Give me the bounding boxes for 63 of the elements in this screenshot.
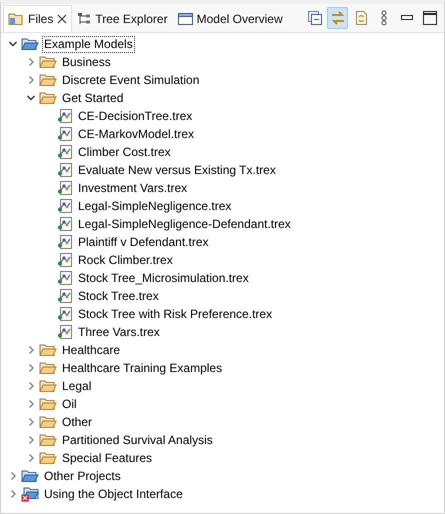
view-tab[interactable]: Tree Explorer <box>72 5 173 32</box>
folder-icon <box>39 451 57 465</box>
folder-icon <box>39 379 57 393</box>
tree-item[interactable]: Business <box>61 54 112 70</box>
tree-item[interactable]: Get Started <box>61 90 124 106</box>
tree-item[interactable]: Using the Object Interface <box>43 486 184 502</box>
folder-icon <box>39 91 57 105</box>
maximize-icon <box>422 11 436 25</box>
tree-item[interactable]: Three Vars.trex <box>77 324 161 340</box>
minimize-icon <box>400 15 412 21</box>
tree-item[interactable]: Rock Climber.trex <box>77 252 174 268</box>
tree-file-icon <box>57 252 73 268</box>
tree-item[interactable]: Stock Tree with Risk Preference.trex <box>77 306 274 322</box>
tree-file-icon <box>57 270 73 286</box>
view-tab[interactable]: Files <box>3 5 72 32</box>
tree-item[interactable]: Oil <box>61 396 78 412</box>
tree-item[interactable]: Plaintiff v Defendant.trex <box>77 234 210 250</box>
tree-file-icon <box>57 198 73 214</box>
vertical-dots-icon <box>380 10 386 26</box>
folder-icon <box>39 361 57 375</box>
tree-file-icon <box>57 144 73 160</box>
tree-item[interactable]: Legal-SimpleNegligence-Defendant.trex <box>77 216 292 232</box>
tree-file-icon <box>57 216 73 232</box>
tree-file-icon <box>57 288 73 304</box>
tree-file-icon <box>57 162 73 178</box>
tree-item[interactable]: Stock Tree_Microsimulation.trex <box>77 270 250 286</box>
folder-icon <box>39 415 57 429</box>
tree-item[interactable]: Special Features <box>61 450 154 466</box>
tree-item[interactable]: Example Models <box>43 36 134 52</box>
window-icon <box>178 12 193 26</box>
tree-item[interactable]: Legal-SimpleNegligence.trex <box>77 198 232 214</box>
tree-file-icon <box>57 306 73 322</box>
folder-icon <box>39 343 57 357</box>
tree-item[interactable]: Healthcare Training Examples <box>61 360 224 376</box>
tree-item[interactable]: Healthcare <box>61 342 122 358</box>
tree-item[interactable]: Stock Tree.trex <box>77 288 160 304</box>
tree-file-icon <box>57 324 73 340</box>
tree-item[interactable]: Other <box>61 414 94 430</box>
tree-item[interactable]: Other Projects <box>43 468 122 484</box>
tree-item[interactable]: Evaluate New versus Existing Tx.trex <box>77 162 277 178</box>
tree-item[interactable]: Climber Cost.trex <box>77 144 172 160</box>
close-icon[interactable] <box>57 14 68 24</box>
tree-item[interactable]: Discrete Event Simulation <box>61 72 200 88</box>
tree-item[interactable]: CE-MarkovModel.trex <box>77 126 196 142</box>
view-tab[interactable]: Model Overview <box>172 5 288 32</box>
collapse-chevron-icon[interactable] <box>8 39 18 49</box>
collapse-all-icon <box>306 10 322 26</box>
folder-icon <box>39 397 57 411</box>
folder-icon <box>39 433 57 447</box>
folder-icon <box>39 73 57 87</box>
tree-file-icon <box>57 180 73 196</box>
tree-diagram-icon <box>77 12 92 26</box>
tree-item[interactable]: Legal <box>61 378 92 394</box>
two-way-arrows-icon <box>330 10 346 26</box>
folder-icon <box>39 55 57 69</box>
tree-file-icon <box>57 234 73 250</box>
tree-file-icon <box>57 108 73 124</box>
folder-icon <box>8 12 24 26</box>
tree-item[interactable]: CE-DecisionTree.trex <box>77 108 194 124</box>
tree-item[interactable]: Investment Vars.trex <box>77 180 188 196</box>
collapse-chevron-icon[interactable] <box>26 93 36 103</box>
tree-file-icon <box>57 126 73 142</box>
tree-item[interactable]: Partitioned Survival Analysis <box>61 432 214 448</box>
